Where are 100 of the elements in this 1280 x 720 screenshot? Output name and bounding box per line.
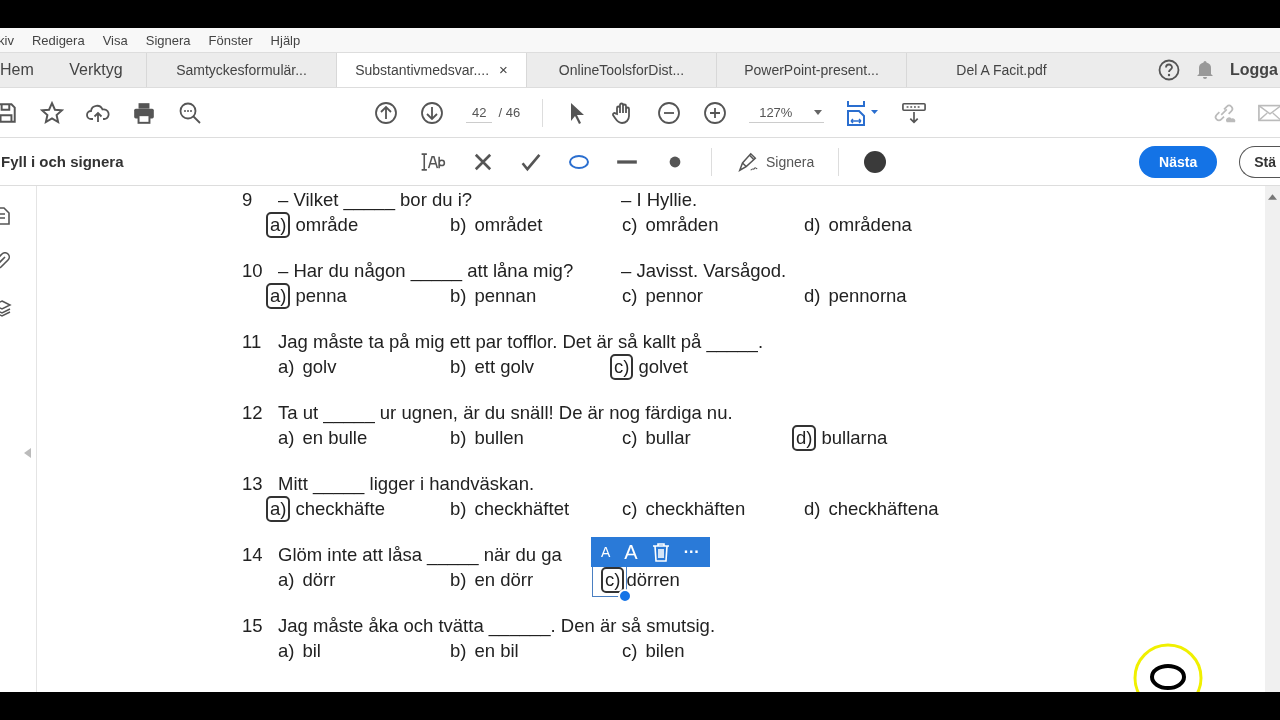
option-letter: b) [449,426,468,450]
tab[interactable]: Substantivmedsvar.... × [336,53,526,87]
start-button[interactable]: Stä [1239,145,1280,178]
tab[interactable]: Hem [0,53,46,87]
resize-handle[interactable] [618,589,633,603]
option-text: pennorna [828,285,907,307]
caret-icon[interactable] [814,109,823,115]
close-icon[interactable]: × [499,61,508,78]
next-button[interactable]: Nästa [1139,145,1218,178]
page-down-icon[interactable] [420,100,444,125]
star-icon[interactable] [40,100,64,125]
option-text: ett golv [474,356,535,378]
more-button[interactable]: ··· [683,543,700,561]
option-text: checkhäfte [295,498,385,520]
zoom-dropdown[interactable]: 127% [749,102,825,123]
pen-icon[interactable] [736,150,760,173]
tab[interactable]: PowerPoint-present... [716,53,906,87]
decrease-size-button[interactable]: A [601,544,611,560]
option-letter: c) [621,639,639,663]
trash-icon[interactable] [651,542,670,562]
question-text: – Har du någon _____ att låna mig? [278,259,574,282]
option-text: penna [295,285,347,307]
answer-text: – Javisst. Varsågod. [621,259,787,282]
option-text: områdena [828,214,912,236]
option-text: område [295,214,359,236]
question-text: Mitt _____ ligger i handväskan. [278,472,535,495]
option-text: golv [302,356,337,378]
option-letter: c) [621,213,639,237]
option-letter: c) [621,497,639,521]
question-text: Jag måste åka och tvätta ______. Den är så smutsig. [278,614,716,637]
menu-item[interactable]: Redigera [31,32,85,48]
option-text: pennor [645,285,704,307]
question-number: 11 [242,330,263,353]
option-letter: b) [449,497,468,521]
read-mode-icon[interactable] [902,100,927,125]
option-text: områden [645,214,719,236]
question-number: 9 [242,188,254,211]
option-text: checkhäftet [474,498,570,520]
option-text: pennan [474,285,537,307]
question-number: 15 [242,614,264,637]
menu-item[interactable]: Fönster [208,32,253,48]
question-number: 14 [242,543,264,566]
page-total: / 46 [498,105,521,120]
save-icon[interactable] [0,100,18,125]
option-text: bullen [474,427,524,449]
page-number-field[interactable]: 42 [466,102,493,123]
option-letter: a) [277,568,296,592]
option-letter: b) [449,355,468,379]
option-text: dörr [302,569,336,591]
option-letter: d) [803,284,822,308]
fit-page-icon[interactable] [846,99,881,126]
question-text: Ta ut _____ ur ugnen, är du snäll! De är nog färdiga nu. [278,401,733,424]
sign-button[interactable]: Signera [736,150,815,173]
scrollbar[interactable] [1265,186,1280,692]
menu-item[interactable]: Hjälp [270,32,301,48]
option-text: dörren [626,569,680,591]
option-letter: b) [449,639,468,663]
circled-letter: a) [266,496,291,522]
option-text: golvet [638,356,688,378]
question-number: 10 [242,259,264,282]
option-text: en bulle [302,427,368,449]
option-text: bullarna [821,427,888,449]
page-up-icon[interactable] [374,100,398,125]
search-icon[interactable] [178,100,202,125]
question-text: Glöm inte att låsa _____ när du ga [278,543,562,566]
option-text: checkhäftena [828,498,939,520]
cursor-highlight-icon [1132,642,1204,692]
menu-item[interactable]: Signera [145,32,191,48]
option-letter: a) [277,639,296,663]
help-icon[interactable] [1158,59,1180,81]
question-number: 12 [242,401,264,424]
option-text: området [474,214,543,236]
circled-letter: a) [266,283,291,309]
option-text: checkhäften [645,498,746,520]
tab[interactable]: OnlineToolsforDist... [526,53,716,87]
zoom-out-icon[interactable] [657,100,682,125]
circled-letter: c) [610,354,634,380]
zoom-in-icon[interactable] [703,100,728,125]
increase-size-button[interactable]: A [624,540,638,564]
circled-letter: d) [792,425,817,451]
tab[interactable]: Del A Facit.pdf [906,53,1096,87]
answer-text: – I Hyllie. [621,188,698,211]
option-letter: d) [803,213,822,237]
color-swatch-icon[interactable] [863,149,888,174]
option-letter: a) [277,355,296,379]
option-text: en dörr [474,569,534,591]
print-icon[interactable] [132,100,156,125]
tab[interactable]: Verktyg [46,53,146,87]
option-text: bil [302,640,321,662]
question-text: Jag måste ta på mig ett par tofflor. Det är så kallt på _____. [278,330,764,353]
scroll-up-icon[interactable] [1268,194,1277,200]
option-letter: a) [277,426,296,450]
menu-item[interactable]: Visa [102,32,128,48]
question-text: – Vilket _____ bor du i? [278,188,473,211]
option-letter: b) [449,568,468,592]
login-link[interactable]: Logga [1230,61,1278,79]
add-text-icon[interactable] [419,150,447,173]
option-letter: b) [449,213,468,237]
option-letter: c) [621,284,639,308]
option-text: en bil [474,640,519,662]
